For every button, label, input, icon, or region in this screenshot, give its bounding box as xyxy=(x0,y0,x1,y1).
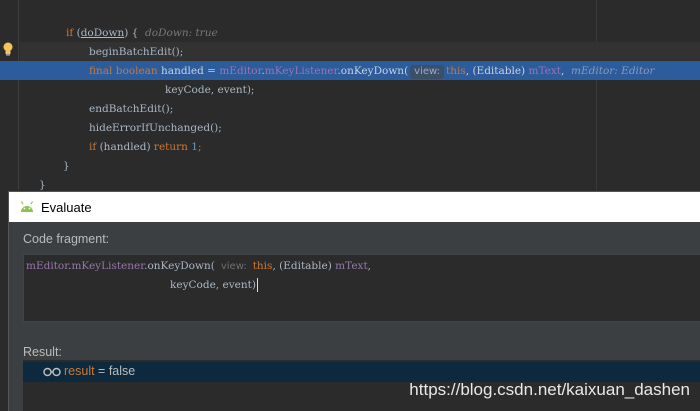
field-meditor: mEditor xyxy=(219,65,262,77)
text-cursor xyxy=(256,278,258,292)
inline-debug-value: doDown: true xyxy=(145,27,218,39)
code-text: keyCode, event) xyxy=(170,279,256,291)
result-name: result xyxy=(64,364,95,378)
code-fragment-label: Code fragment: xyxy=(23,232,110,246)
code-fragment-editor[interactable]: mEditor.mKeyListener.onKeyDown(view: this… xyxy=(23,254,700,322)
code-line-begin-batch: beginBatchEdit(); xyxy=(89,43,183,62)
result-row[interactable]: result = false xyxy=(23,362,700,382)
code-text: (handled) xyxy=(96,141,154,153)
code-text: , (Editable) xyxy=(465,65,529,77)
dialog-titlebar[interactable]: Evaluate xyxy=(9,192,700,222)
code-line-handled: final boolean handled = mEditor.mKeyList… xyxy=(89,62,654,81)
android-icon xyxy=(20,201,34,212)
watch-glasses-icon xyxy=(43,367,61,377)
code-line-return: if (handled) return 1; xyxy=(89,138,202,157)
code-text: ; xyxy=(197,141,202,153)
inline-debug-value: mEditor: Editor xyxy=(571,65,655,77)
field-mtext: mText xyxy=(528,65,562,77)
gutter-separator xyxy=(18,0,19,190)
method-onkeydown: .onKeyDown( xyxy=(144,260,215,272)
method-onkeydown: .onKeyDown( xyxy=(337,65,409,77)
number-literal: 1 xyxy=(191,141,198,153)
code-line-end-batch: endBatchEdit(); xyxy=(89,100,173,119)
code-line-brace-inner: } xyxy=(63,157,70,176)
fragment-line-1: mEditor.mKeyListener.onKeyDown(view: this… xyxy=(26,257,371,276)
code-text: , xyxy=(367,260,372,272)
keyword-this: this xyxy=(446,65,466,77)
parameter-hint-view: view: xyxy=(410,65,445,79)
code-text: ) { xyxy=(124,27,139,39)
code-line-brace-outer: } xyxy=(39,176,46,190)
code-line-keycode-event: keyCode, event); xyxy=(165,81,254,100)
result-value-text: result = false xyxy=(64,364,135,378)
code-text: hideErrorIfUnchanged(); xyxy=(89,122,222,134)
code-text: endBatchEdit(); xyxy=(89,103,174,115)
code-text: keyCode, event); xyxy=(165,84,255,96)
field-mkeylistener: mKeyListener xyxy=(264,65,338,77)
parameter-hint-view: view: xyxy=(220,261,247,272)
result-value: false xyxy=(108,364,136,378)
fragment-line-2: keyCode, event) xyxy=(170,276,258,295)
code-text: , xyxy=(561,65,565,77)
keyword-this: this xyxy=(252,260,273,272)
code-text: , (Editable) xyxy=(272,260,336,272)
code-line-hide-error: hideErrorIfUnchanged(); xyxy=(89,119,222,138)
watermark-text: https://blog.csdn.net/kaixuan_dashen xyxy=(409,380,690,399)
result-label: Result: xyxy=(23,345,62,359)
code-editor[interactable]: if (doDown) { doDown: true beginBatchEdi… xyxy=(0,0,700,190)
result-equals: = xyxy=(94,364,109,378)
code-text: } xyxy=(63,160,70,172)
code-text: handled = xyxy=(157,65,220,77)
code-line-if-dodown: if (doDown) { doDown: true xyxy=(66,24,218,43)
evaluate-dialog: Evaluate Code fragment: mEditor.mKeyList… xyxy=(8,191,700,411)
code-text: ( xyxy=(73,27,81,39)
field-mtext: mText xyxy=(335,260,368,272)
keyword-boolean: boolean xyxy=(115,65,158,77)
lightbulb-icon[interactable] xyxy=(2,42,14,56)
code-text: beginBatchEdit(); xyxy=(89,46,184,58)
right-margin-guide xyxy=(596,0,597,190)
field-meditor: mEditor xyxy=(26,260,69,272)
keyword-return: return xyxy=(153,141,188,153)
dialog-title: Evaluate xyxy=(41,200,92,215)
keyword-final: final xyxy=(89,65,113,77)
field-mkeylistener: mKeyListener xyxy=(71,260,145,272)
variable-dodown: doDown xyxy=(80,27,125,39)
code-text: } xyxy=(39,179,46,190)
